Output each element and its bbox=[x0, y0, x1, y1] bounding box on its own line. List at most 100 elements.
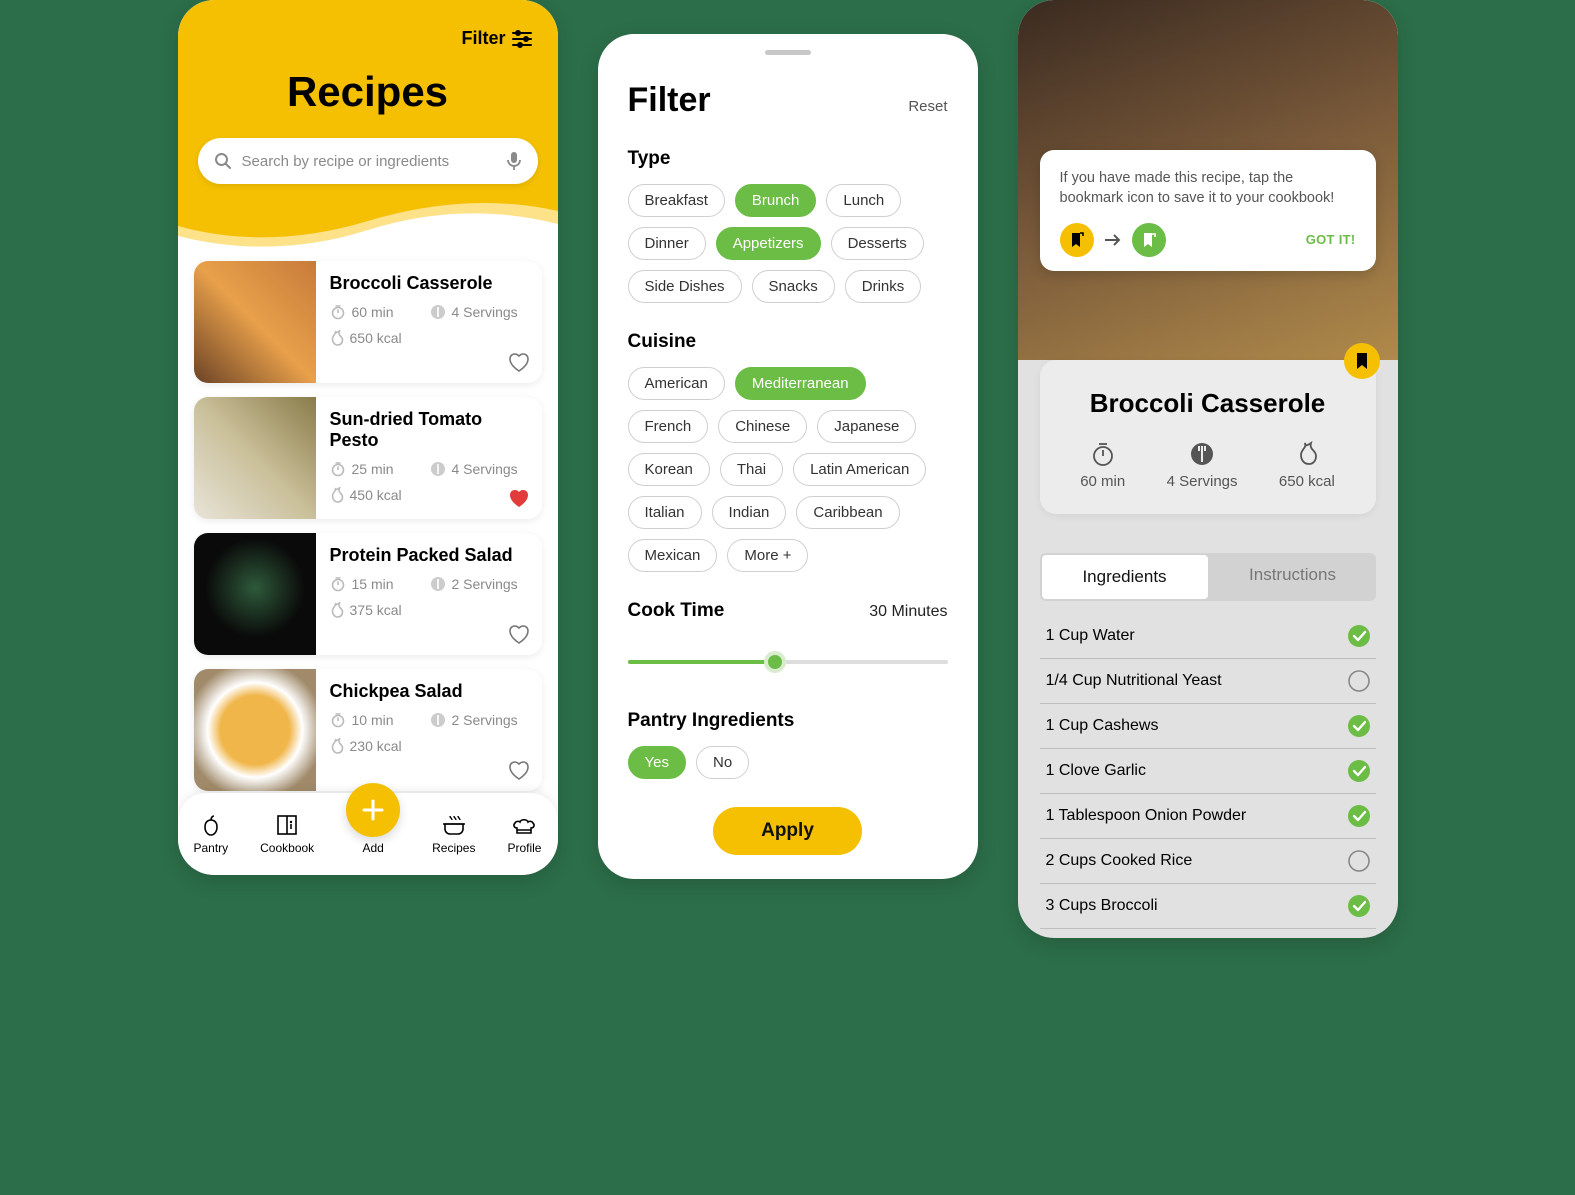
stat-time: 60 min bbox=[330, 304, 412, 320]
chip-cuisine[interactable]: Japanese bbox=[817, 410, 916, 443]
recipe-stats-row: 60 min 4 Servings 650 kcal bbox=[1060, 441, 1356, 490]
wave-decoration bbox=[178, 196, 558, 256]
chip-type[interactable]: Drinks bbox=[845, 270, 922, 303]
tab-pantry[interactable]: Pantry bbox=[193, 813, 228, 855]
tab-profile[interactable]: Profile bbox=[507, 813, 541, 855]
timer-icon bbox=[330, 304, 346, 320]
chip-type[interactable]: Side Dishes bbox=[628, 270, 742, 303]
check-icon bbox=[1348, 805, 1370, 827]
timer-icon bbox=[330, 461, 346, 477]
page-title: Recipes bbox=[178, 0, 558, 116]
ingredient-label: 1/4 Cup Nutritional Yeast bbox=[1046, 672, 1222, 690]
chip-cuisine[interactable]: American bbox=[628, 367, 725, 400]
chip-type[interactable]: Breakfast bbox=[628, 184, 725, 217]
cuisine-heading: Cuisine bbox=[628, 331, 948, 353]
ingredient-row[interactable]: 1 Cup Cashews bbox=[1040, 704, 1376, 749]
tab-cookbook[interactable]: Cookbook bbox=[260, 813, 314, 855]
ingredient-row[interactable]: 3 Cups Broccoli bbox=[1040, 884, 1376, 929]
ingredients-list: 1 Cup Water 1/4 Cup Nutritional Yeast 1 … bbox=[1040, 614, 1376, 929]
pantry-heading: Pantry Ingredients bbox=[628, 710, 948, 732]
recipe-name: Sun-dried Tomato Pesto bbox=[330, 409, 528, 451]
gotit-button[interactable]: GOT IT! bbox=[1306, 232, 1356, 247]
chip-cuisine[interactable]: Italian bbox=[628, 496, 702, 529]
tab-add[interactable]: Add bbox=[346, 813, 400, 855]
favorite-button[interactable] bbox=[508, 625, 530, 645]
add-fab[interactable] bbox=[346, 783, 400, 837]
cooktime-slider[interactable] bbox=[628, 642, 948, 682]
chip-type[interactable]: Lunch bbox=[826, 184, 901, 217]
stat-value: 4 Servings bbox=[1167, 473, 1238, 490]
recipe-card[interactable]: Protein Packed Salad 15 min 2 Servings 3… bbox=[194, 533, 542, 655]
recipe-card[interactable]: Sun-dried Tomato Pesto 25 min 4 Servings… bbox=[194, 397, 542, 519]
recipe-hero-image: If you have made this recipe, tap the bo… bbox=[1018, 0, 1398, 360]
apple-icon bbox=[199, 813, 223, 837]
tab-label: Profile bbox=[507, 841, 541, 855]
chip-cuisine[interactable]: Thai bbox=[720, 453, 783, 486]
chip-cuisine[interactable]: Korean bbox=[628, 453, 710, 486]
ingredient-row[interactable]: 1 Clove Garlic bbox=[1040, 749, 1376, 794]
bookmark-green-icon bbox=[1132, 223, 1166, 257]
reset-button[interactable]: Reset bbox=[908, 98, 947, 115]
stat-value: 60 min bbox=[1080, 473, 1125, 490]
microphone-icon[interactable] bbox=[506, 151, 522, 171]
timer-icon bbox=[1090, 441, 1116, 467]
favorite-button[interactable] bbox=[508, 489, 530, 509]
check-icon bbox=[1348, 850, 1370, 872]
chip-cuisine[interactable]: Caribbean bbox=[796, 496, 899, 529]
check-icon bbox=[1348, 895, 1370, 917]
fork-plate-icon bbox=[430, 576, 446, 592]
flame-icon bbox=[330, 738, 344, 754]
ingredient-label: 2 Cups Cooked Rice bbox=[1046, 852, 1193, 870]
chip-type[interactable]: Appetizers bbox=[716, 227, 821, 260]
chip-cuisine[interactable]: Mexican bbox=[628, 539, 718, 572]
chip-cuisine[interactable]: Chinese bbox=[718, 410, 807, 443]
chip-pantry[interactable]: Yes bbox=[628, 746, 686, 779]
recipe-card[interactable]: Chickpea Salad 10 min 2 Servings 230 kca… bbox=[194, 669, 542, 791]
apply-button[interactable]: Apply bbox=[713, 807, 862, 855]
ingredient-row[interactable]: 2 Cups Cooked Rice bbox=[1040, 839, 1376, 884]
search-bar[interactable] bbox=[198, 138, 538, 184]
cooktime-value: 30 Minutes bbox=[869, 603, 947, 621]
slider-knob[interactable] bbox=[764, 651, 786, 673]
bookmark-button[interactable] bbox=[1344, 343, 1380, 379]
detail-tabs: Ingredients Instructions bbox=[1040, 553, 1376, 601]
recipes-screen: Filter Recipes Broccoli Casserole 60 min… bbox=[178, 0, 558, 875]
stat-time: 60 min bbox=[1080, 441, 1125, 490]
chip-cuisine[interactable]: Mediterranean bbox=[735, 367, 866, 400]
search-input[interactable] bbox=[242, 153, 496, 170]
tab-recipes[interactable]: Recipes bbox=[432, 813, 475, 855]
ingredient-row[interactable]: 1 Tablespoon Onion Powder bbox=[1040, 794, 1376, 839]
pantry-chips: Yes No bbox=[628, 746, 948, 779]
tab-label: Recipes bbox=[432, 841, 475, 855]
chip-cuisine[interactable]: More + bbox=[727, 539, 808, 572]
favorite-button[interactable] bbox=[508, 761, 530, 781]
chip-cuisine[interactable]: French bbox=[628, 410, 709, 443]
chip-type[interactable]: Dinner bbox=[628, 227, 706, 260]
chip-type[interactable]: Snacks bbox=[752, 270, 835, 303]
chip-type[interactable]: Brunch bbox=[735, 184, 817, 217]
filter-title: Filter bbox=[628, 81, 711, 120]
chip-cuisine[interactable]: Indian bbox=[712, 496, 787, 529]
search-icon bbox=[214, 152, 232, 170]
check-icon bbox=[1348, 715, 1370, 737]
ingredient-row[interactable]: 1/4 Cup Nutritional Yeast bbox=[1040, 659, 1376, 704]
tooltip-icons bbox=[1060, 223, 1166, 257]
chip-pantry[interactable]: No bbox=[696, 746, 749, 779]
favorite-button[interactable] bbox=[508, 353, 530, 373]
tab-ingredients[interactable]: Ingredients bbox=[1042, 555, 1208, 599]
plus-icon bbox=[360, 797, 386, 823]
filter-button[interactable]: Filter bbox=[461, 28, 531, 49]
fork-plate-icon bbox=[1189, 441, 1215, 467]
tab-instructions[interactable]: Instructions bbox=[1210, 553, 1376, 601]
recipe-thumbnail bbox=[194, 261, 316, 383]
chip-cuisine[interactable]: Latin American bbox=[793, 453, 926, 486]
stat-calories: 650 kcal bbox=[330, 330, 412, 346]
filter-label: Filter bbox=[461, 28, 505, 49]
flame-icon bbox=[330, 330, 344, 346]
ingredient-label: 1 Tablespoon Onion Powder bbox=[1046, 807, 1247, 825]
stat-servings: 4 Servings bbox=[430, 461, 528, 477]
ingredient-row[interactable]: 1 Cup Water bbox=[1040, 614, 1376, 659]
chip-type[interactable]: Desserts bbox=[831, 227, 924, 260]
stat-value: 650 kcal bbox=[1279, 473, 1335, 490]
recipe-card[interactable]: Broccoli Casserole 60 min 4 Servings 650… bbox=[194, 261, 542, 383]
